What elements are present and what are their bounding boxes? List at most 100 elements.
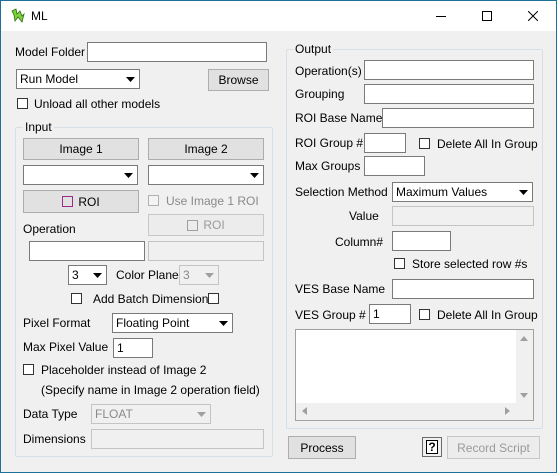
use-image1-roi-label: Use Image 1 ROI — [166, 194, 259, 208]
image2-button[interactable]: Image 2 — [148, 138, 264, 160]
close-icon — [528, 11, 538, 21]
help-button[interactable]: ? — [422, 437, 442, 457]
placeholder-note: (Specify name in Image 2 operation field… — [41, 383, 260, 397]
delete-all-ves-label: Delete All In Group — [437, 308, 538, 322]
run-mode-select[interactable]: Run Model — [16, 69, 140, 89]
color-planes-label: Color Planes — [116, 268, 185, 282]
help-icon: ? — [426, 440, 438, 454]
model-folder-label: Model Folder — [15, 45, 86, 59]
horizontal-scrollbar[interactable] — [296, 403, 516, 420]
placeholder-label: Placeholder instead of Image 2 — [41, 363, 207, 377]
unload-models-label: Unload all other models — [34, 97, 161, 111]
chevron-down-icon — [201, 266, 218, 284]
operations-input[interactable] — [364, 60, 534, 80]
pixel-format-select[interactable]: Floating Point — [112, 313, 233, 333]
image2-select[interactable] — [148, 165, 264, 185]
operations-label: Operation(s) — [295, 64, 362, 78]
color-planes-select[interactable]: 3 — [68, 265, 107, 285]
roi-base-name-label: ROI Base Name — [295, 111, 383, 125]
unload-models-checkbox[interactable] — [17, 98, 28, 109]
minimize-button[interactable] — [418, 1, 464, 31]
data-type-value: FLOAT — [95, 407, 133, 421]
chevron-down-icon — [193, 405, 210, 423]
chevron-down-icon — [120, 166, 137, 184]
chevron-down-icon — [89, 266, 106, 284]
chevron-down-icon — [515, 183, 532, 201]
operation1-input[interactable] — [29, 241, 145, 261]
roi-group-label: ROI Group # — [295, 136, 364, 150]
roi-square-icon — [187, 219, 199, 231]
column-label: Column# — [335, 235, 384, 249]
delete-all-ves-checkbox[interactable] — [419, 309, 430, 320]
pixel-format-value: Floating Point — [116, 316, 190, 330]
maximize-icon — [482, 11, 492, 21]
dimensions-label: Dimensions — [23, 432, 86, 446]
roi1-button[interactable]: ROI — [23, 190, 139, 213]
max-groups-input[interactable] — [364, 156, 425, 176]
roi2-button[interactable]: ROI — [148, 214, 264, 236]
selection-method-select[interactable]: Maximum Values — [392, 182, 533, 202]
operation2-input[interactable] — [148, 241, 264, 261]
chevron-down-icon — [246, 166, 263, 184]
input-group-label: Input — [23, 120, 54, 134]
max-pixel-label: Max Pixel Value — [23, 340, 109, 354]
browse-button[interactable]: Browse — [208, 69, 269, 91]
roi2-label: ROI — [203, 218, 225, 232]
color-planes2-select[interactable]: 3 — [179, 265, 219, 285]
process-button[interactable]: Process — [288, 436, 356, 459]
run-mode-value: Run Model — [20, 72, 79, 86]
store-row-label: Store selected row #s — [412, 257, 528, 271]
grouping-label: Grouping — [295, 87, 345, 101]
scroll-right-icon[interactable] — [505, 407, 510, 415]
pixel-format-label: Pixel Format — [23, 316, 91, 330]
roi-square-icon — [62, 196, 74, 207]
grouping-input[interactable] — [364, 84, 534, 104]
color-planes2-value: 3 — [183, 268, 190, 282]
output-group-label: Output — [293, 42, 334, 56]
ves-base-name-input[interactable] — [392, 279, 534, 299]
minimize-icon — [436, 16, 446, 17]
column-input[interactable] — [392, 231, 451, 251]
scroll-corner — [516, 403, 533, 420]
color-planes-value: 3 — [72, 268, 79, 282]
data-type-select[interactable]: FLOAT — [91, 404, 211, 424]
use-image1-roi-checkbox[interactable] — [148, 195, 159, 206]
title-bar: ML — [1, 1, 556, 31]
value-input[interactable] — [392, 206, 534, 226]
add-batch-label: Add Batch Dimension — [93, 292, 209, 306]
image1-select[interactable] — [23, 165, 138, 185]
ml-window: ML Model Folder Run Model Browse Unload … — [0, 0, 557, 473]
scroll-down-icon[interactable] — [520, 393, 528, 398]
output-log-textarea[interactable] — [295, 329, 534, 421]
value-label: Value — [349, 209, 379, 223]
roi1-label: ROI — [78, 194, 100, 209]
ves-group-input[interactable]: 1 — [369, 304, 411, 324]
selection-method-value: Maximum Values — [396, 185, 488, 199]
dimensions-input[interactable] — [91, 429, 264, 449]
scroll-up-icon[interactable] — [520, 336, 528, 341]
chevron-down-icon — [122, 70, 139, 88]
store-row-checkbox[interactable] — [394, 258, 405, 269]
roi-group-input[interactable] — [364, 133, 406, 153]
window-title: ML — [31, 9, 48, 23]
add-batch2-checkbox[interactable] — [208, 293, 219, 304]
ves-base-name-label: VES Base Name — [295, 282, 386, 296]
roi-base-name-input[interactable] — [382, 108, 534, 128]
scroll-left-icon[interactable] — [302, 407, 307, 415]
add-batch-checkbox[interactable] — [71, 293, 82, 304]
delete-all-roi-label: Delete All In Group — [437, 137, 538, 151]
operation-label: Operation — [23, 222, 76, 236]
image1-button[interactable]: Image 1 — [23, 138, 139, 160]
record-script-button[interactable]: Record Script — [447, 436, 540, 459]
model-folder-input[interactable] — [87, 42, 267, 62]
ves-group-label: VES Group # — [295, 308, 366, 322]
vertical-scrollbar[interactable] — [516, 330, 533, 404]
max-pixel-input[interactable]: 1 — [113, 338, 153, 358]
maximize-button[interactable] — [464, 1, 510, 31]
close-button[interactable] — [510, 1, 556, 31]
data-type-label: Data Type — [23, 407, 78, 421]
chevron-down-icon — [215, 314, 232, 332]
max-groups-label: Max Groups — [295, 159, 361, 173]
placeholder-checkbox[interactable] — [23, 364, 34, 375]
delete-all-roi-checkbox[interactable] — [419, 138, 430, 149]
